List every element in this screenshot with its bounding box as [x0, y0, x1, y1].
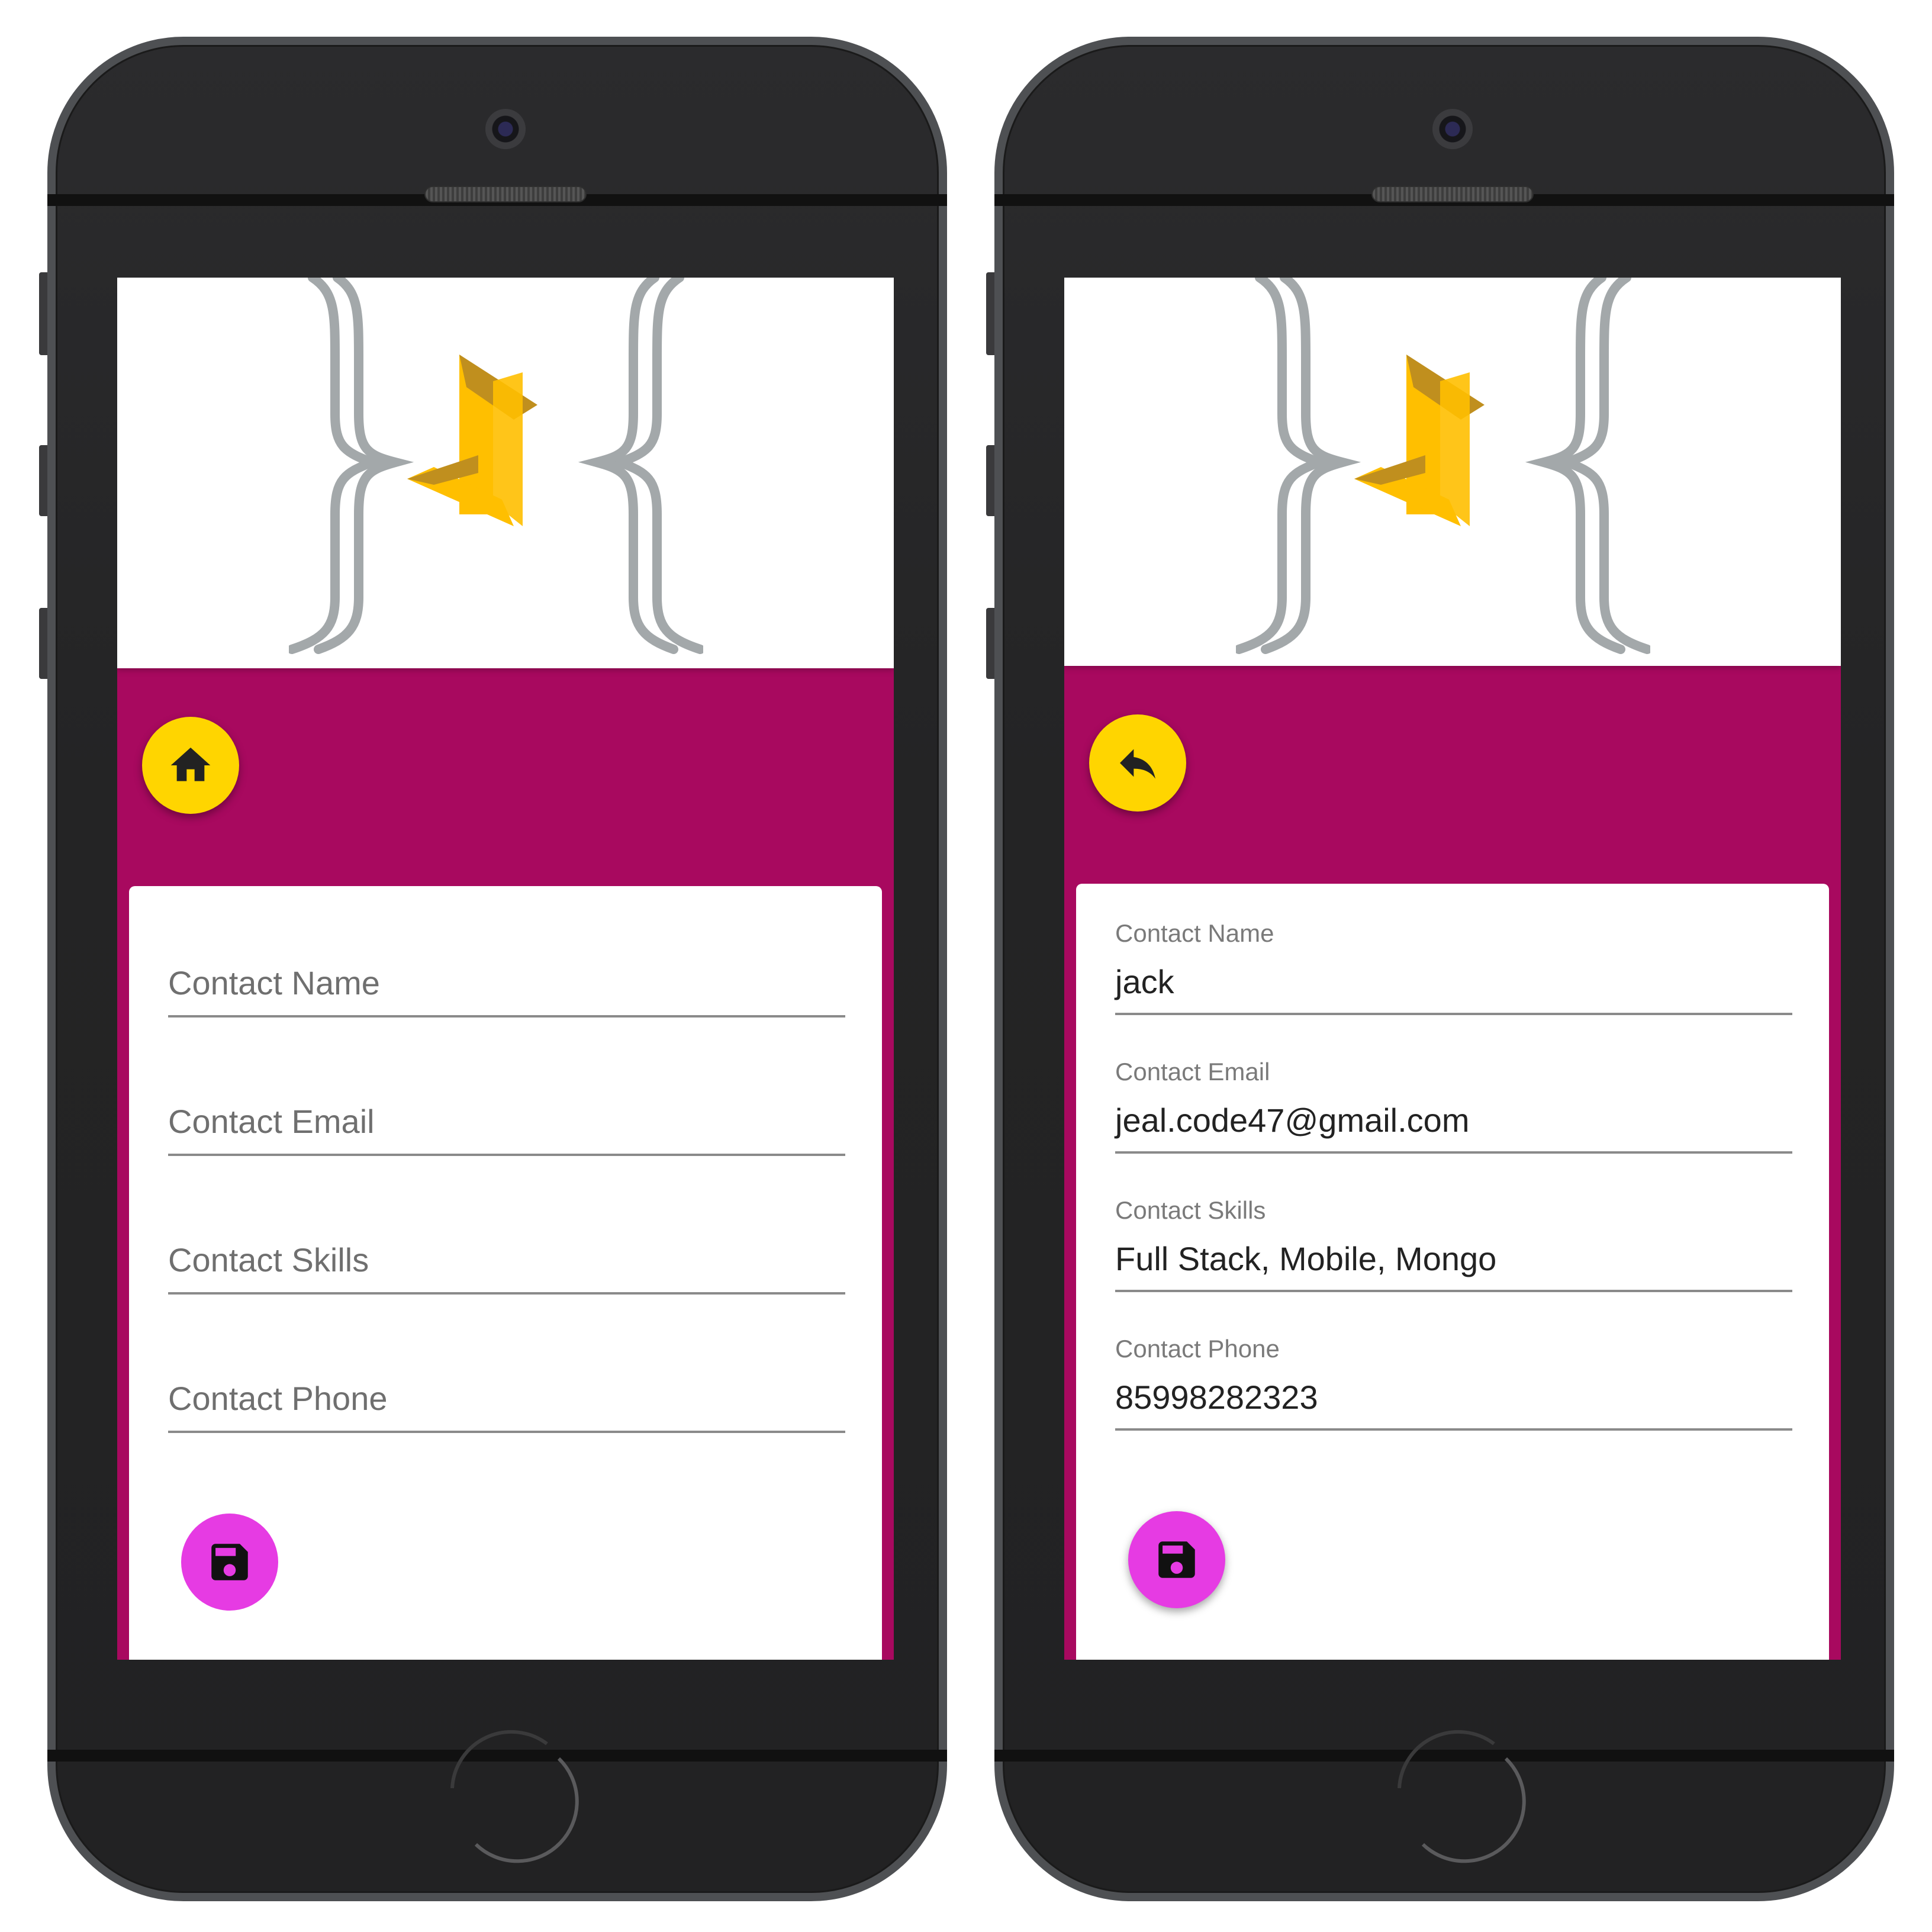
- save-icon: [211, 1544, 248, 1580]
- contact-skills-field[interactable]: Contact Skills Full Stack, Mobile, Mongo: [1115, 1186, 1792, 1292]
- save-button[interactable]: [1128, 1511, 1225, 1608]
- contact-phone-label: Contact Phone: [1115, 1335, 1280, 1363]
- phone-frame-right: Contact Name jack Contact Email jeal.cod…: [986, 37, 1894, 1901]
- brand-logo: [1236, 278, 1650, 656]
- contact-email-placeholder: Contact Email: [168, 1103, 375, 1140]
- home-icon: [170, 748, 211, 781]
- contact-name-field[interactable]: Contact Name: [168, 911, 845, 1017]
- contact-email-field[interactable]: Contact Email jeal.code47@gmail.com: [1115, 1047, 1792, 1154]
- reply-icon: [1120, 749, 1155, 779]
- contact-phone-field[interactable]: Contact Phone: [168, 1326, 845, 1433]
- contact-skills-value: Full Stack, Mobile, Mongo: [1115, 1240, 1497, 1277]
- earpiece-speaker: [424, 186, 587, 202]
- brand-logo: [289, 278, 703, 656]
- back-button[interactable]: [1089, 714, 1186, 812]
- app-screen: Contact Name jack Contact Email jeal.cod…: [1064, 278, 1841, 1660]
- contact-form-card: Contact Name Contact Email Contact Skill…: [129, 886, 882, 1660]
- phone-body: Contact Name Contact Email Contact Skill…: [47, 37, 947, 1901]
- app-header: [1064, 278, 1841, 666]
- earpiece-speaker: [1371, 186, 1534, 202]
- contact-name-label: Contact Name: [1115, 919, 1274, 947]
- contact-phone-value: 85998282323: [1115, 1379, 1318, 1416]
- home-button: [450, 1730, 579, 1863]
- save-button[interactable]: [181, 1514, 278, 1611]
- contact-email-label: Contact Email: [1115, 1058, 1270, 1086]
- contact-phone-field[interactable]: Contact Phone 85998282323: [1115, 1324, 1792, 1431]
- save-icon: [1158, 1541, 1195, 1578]
- contact-email-value: jeal.code47@gmail.com: [1115, 1102, 1470, 1139]
- contact-form-card: Contact Name jack Contact Email jeal.cod…: [1076, 884, 1829, 1660]
- contact-name-field[interactable]: Contact Name jack: [1115, 909, 1792, 1015]
- front-camera: [485, 109, 526, 149]
- home-button: [1398, 1730, 1526, 1863]
- contact-phone-placeholder: Contact Phone: [168, 1380, 388, 1417]
- phone-body: Contact Name jack Contact Email jeal.cod…: [994, 37, 1894, 1901]
- contact-name-value: jack: [1115, 963, 1174, 1000]
- phone-frame-left: Contact Name Contact Email Contact Skill…: [39, 37, 947, 1901]
- contact-skills-placeholder: Contact Skills: [168, 1241, 369, 1279]
- home-button[interactable]: [142, 717, 239, 814]
- app-header: [117, 278, 894, 668]
- contact-name-placeholder: Contact Name: [168, 964, 380, 1002]
- contact-skills-label: Contact Skills: [1115, 1196, 1266, 1224]
- front-camera: [1432, 109, 1473, 149]
- contact-skills-field[interactable]: Contact Skills: [168, 1188, 845, 1295]
- contact-email-field[interactable]: Contact Email: [168, 1049, 845, 1156]
- app-screen: Contact Name Contact Email Contact Skill…: [117, 278, 894, 1660]
